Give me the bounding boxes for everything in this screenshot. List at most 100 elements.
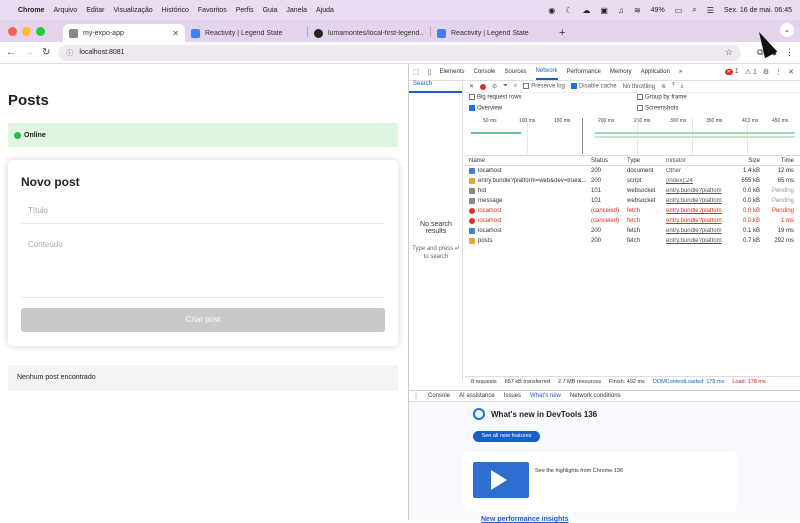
error-count-badge[interactable]: ✕ 1 [724, 68, 739, 76]
control-center-icon[interactable]: ☰ [707, 6, 714, 15]
address-bar[interactable]: ⓘ localhost:8081 ☆ [58, 44, 742, 61]
request-initiator[interactable]: entry.bundle?platfom [666, 198, 724, 204]
menu-arquivo[interactable]: Arquivo [53, 7, 77, 14]
url-text[interactable]: localhost:8081 [79, 49, 124, 56]
request-initiator[interactable]: entry.bundle?platfom [666, 208, 724, 214]
tab-legend-state[interactable]: Reactivity | Legend State [185, 24, 307, 42]
content-input[interactable]: Conteúdo [21, 234, 385, 298]
tab-network[interactable]: Network [535, 64, 558, 80]
more-menu-icon[interactable]: ⋮ [785, 47, 794, 58]
group-by-frame-option[interactable]: Group by frame [637, 94, 687, 101]
network-overview-timeline[interactable]: 50 ms 100 ms 150 ms 200 ms 250 ms 300 ms… [465, 116, 800, 156]
request-initiator[interactable]: entry.bundle?platfom [666, 188, 724, 194]
menu-janela[interactable]: Janela [286, 7, 307, 14]
request-initiator[interactable]: Other [666, 168, 724, 174]
big-rows-option[interactable]: Big request rows [469, 94, 522, 101]
new-tab-button[interactable]: + [559, 27, 565, 39]
clear-icon[interactable]: ⊘ [492, 83, 497, 90]
record-button[interactable] [480, 83, 487, 90]
minimize-window-button[interactable] [22, 26, 31, 36]
search-network-icon[interactable]: ⌕ [514, 83, 517, 90]
title-input[interactable]: Título [21, 200, 385, 224]
filter-icon[interactable]: ⏷ [503, 83, 508, 90]
table-row[interactable]: message 101 websocket entry.bundle?platf… [465, 196, 800, 206]
import-icon[interactable]: ⤒ [672, 83, 675, 90]
column-size[interactable]: Size [724, 158, 764, 164]
inspect-icon[interactable]: ⬚ [413, 68, 420, 76]
tab-my-expo-app[interactable]: my-expo-app ✕ [63, 24, 185, 42]
search-icon[interactable]: ⌕ [692, 5, 696, 15]
drawer-tab-issues[interactable]: Issues [504, 393, 521, 399]
drawer-tab-network-conditions[interactable]: Network conditions [570, 393, 621, 399]
tab-sources[interactable]: Sources [505, 65, 527, 79]
search-tab[interactable]: Search [409, 81, 462, 93]
menu-favoritos[interactable]: Favoritos [198, 7, 227, 14]
wifi-conditions-icon[interactable]: ≋ [661, 83, 666, 90]
request-initiator[interactable]: entry.bundle?platfom [666, 218, 724, 224]
create-post-button[interactable]: Criar post [21, 308, 385, 332]
highlights-card[interactable]: See the highlights from Chrome 136 [463, 452, 737, 512]
screen-icon[interactable]: ▣ [600, 6, 608, 15]
tab-elements[interactable]: Elements [439, 65, 464, 79]
tab-github[interactable]: lumamontes/local-first-legend... [308, 24, 430, 42]
headphones-icon[interactable]: ♫ [618, 6, 624, 15]
request-initiator[interactable]: entry.bundle?platfom [666, 228, 724, 234]
table-row-error[interactable]: localhost (canceled) fetch entry.bundle?… [465, 216, 800, 226]
record-icon[interactable]: ◉ [548, 6, 555, 15]
tab-legend-state-2[interactable]: Reactivity | Legend State [431, 24, 553, 42]
close-window-button[interactable] [8, 26, 17, 36]
back-arrow-icon[interactable]: ← [6, 47, 16, 58]
tab-application[interactable]: Application [641, 65, 670, 79]
battery-icon[interactable]: ▭ [675, 6, 683, 15]
video-thumbnail[interactable] [473, 462, 529, 498]
settings-gear-icon[interactable]: ⚙ [763, 68, 769, 76]
request-initiator[interactable]: entry.bundle?platfom [666, 238, 724, 244]
column-time[interactable]: Time [764, 158, 794, 164]
drawer-tab-console[interactable]: Console [428, 393, 450, 399]
see-all-features-button[interactable]: See all new features [473, 431, 540, 442]
export-icon[interactable]: ⤓ [681, 83, 684, 90]
close-icon[interactable]: ✕ [172, 29, 179, 38]
more-tabs-icon[interactable]: » [679, 65, 682, 79]
tab-console[interactable]: Console [474, 65, 496, 79]
table-row[interactable]: hot 101 websocket entry.bundle?platfom 0… [465, 186, 800, 196]
menu-chrome[interactable]: Chrome [18, 7, 44, 14]
warning-count-badge[interactable]: ⚠ 1 [745, 68, 757, 76]
drawer-menu-icon[interactable]: ⋮ [413, 393, 419, 400]
reload-icon[interactable]: ↻ [42, 47, 50, 58]
clock[interactable]: Sex. 16 de mai. 06:45 [724, 7, 792, 14]
tab-memory[interactable]: Memory [610, 65, 632, 79]
screenshots-option[interactable]: Screenshots [637, 105, 678, 112]
moon-icon[interactable]: ☾ [565, 6, 572, 15]
tab-search-dropdown[interactable]: ⌄ [780, 23, 794, 37]
cloud-icon[interactable]: ☁ [582, 6, 590, 15]
table-row[interactable]: posts 200 fetch entry.bundle?platfom 0.7… [465, 236, 800, 246]
column-name[interactable]: Name [465, 158, 591, 164]
menu-visualizacao[interactable]: Visualização [113, 7, 152, 14]
menu-perfis[interactable]: Perfis [236, 7, 254, 14]
menu-editar[interactable]: Editar [86, 7, 104, 14]
bookmark-star-icon[interactable]: ☆ [725, 47, 733, 58]
menu-ajuda[interactable]: Ajuda [316, 7, 334, 14]
maximize-window-button[interactable] [36, 26, 45, 36]
forward-arrow-icon[interactable]: → [24, 47, 34, 58]
table-row-error[interactable]: localhost (canceled) fetch entry.bundle?… [465, 206, 800, 216]
site-info-icon[interactable]: ⓘ [66, 48, 73, 58]
column-initiator[interactable]: Initiator [666, 158, 724, 164]
drawer-tab-whats-new[interactable]: What's new [530, 393, 561, 399]
more-options-icon[interactable]: ⋮ [775, 68, 782, 76]
menu-historico[interactable]: Histórico [162, 7, 189, 14]
overview-option[interactable]: Overview [469, 105, 502, 112]
column-type[interactable]: Type [627, 158, 666, 164]
column-status[interactable]: Status [591, 158, 627, 164]
preserve-log-checkbox[interactable]: Preserve log [523, 83, 565, 90]
table-row[interactable]: localhost 200 document Other 1.4 kB 12 m… [465, 166, 800, 176]
menu-guia[interactable]: Guia [263, 7, 278, 14]
table-row[interactable]: entry.bundle?platform=web&dev=true&... 2… [465, 176, 800, 186]
table-row[interactable]: localhost 200 fetch entry.bundle?platfom… [465, 226, 800, 236]
disable-cache-checkbox[interactable]: Disable cache [570, 83, 617, 90]
close-devtools-icon[interactable]: ✕ [788, 68, 794, 76]
wifi-icon[interactable]: ≋ [634, 6, 641, 15]
throttling-select[interactable]: No throttling [623, 84, 655, 90]
request-initiator[interactable]: (index):24 [666, 178, 724, 184]
